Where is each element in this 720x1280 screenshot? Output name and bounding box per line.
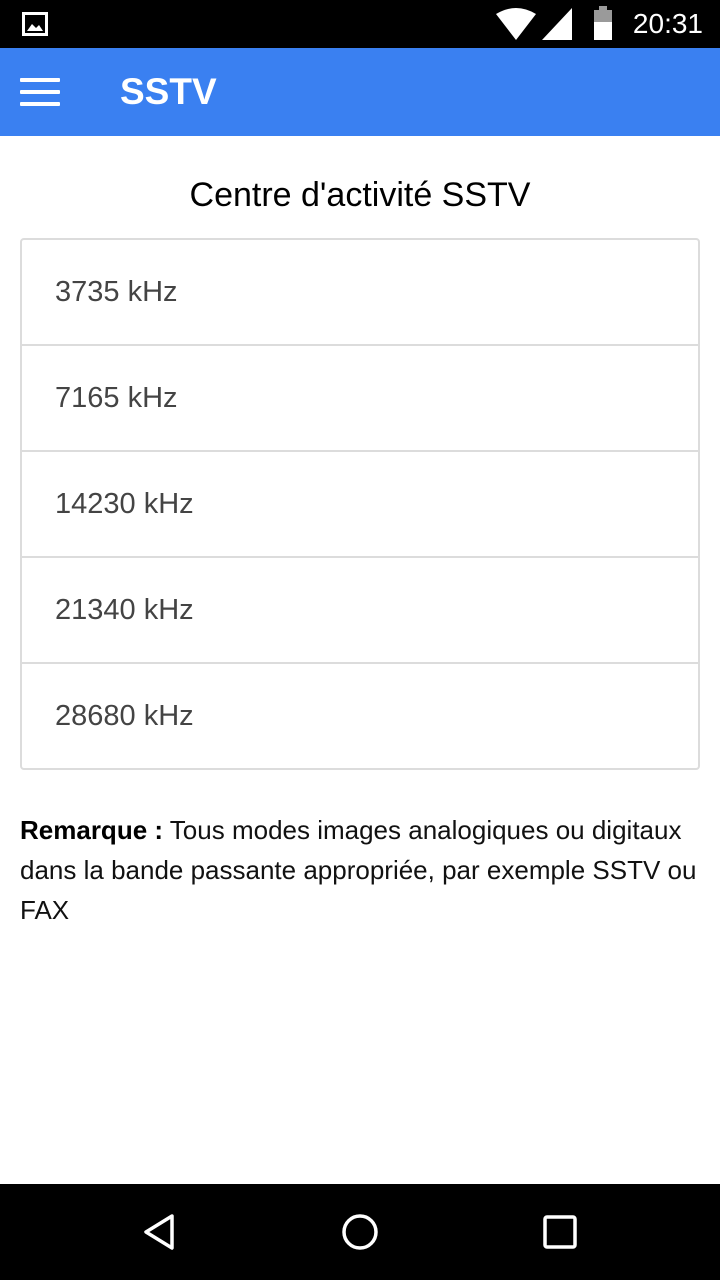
wifi-icon [496,8,536,40]
status-bar: 20:31 [0,0,720,48]
list-item[interactable]: 3735 kHz [22,240,698,346]
back-icon[interactable] [136,1208,184,1256]
image-notification-icon [22,12,48,36]
clock: 20:31 [632,8,703,39]
app-bar: SSTV [0,48,720,136]
list-item[interactable]: 14230 kHz [22,452,698,558]
remark-label: Remarque : [20,815,164,845]
list-item[interactable]: 28680 kHz [22,664,698,768]
remark-text: Remarque : Tous modes images analogiques… [20,810,700,930]
list-item[interactable]: 7165 kHz [22,346,698,452]
screen: 20:31 SSTV Centre d'activité SSTV 3735 k… [0,0,720,1280]
page-title: Centre d'activité SSTV [189,176,531,214]
menu-icon[interactable] [18,76,62,108]
app-title: SSTV [120,71,217,112]
frequency-list: 3735 kHz 7165 kHz 14230 kHz 21340 kHz 28… [20,238,700,770]
home-icon[interactable] [336,1208,384,1256]
battery-icon [594,6,612,40]
list-item[interactable]: 21340 kHz [22,558,698,664]
nav-bar [0,1184,720,1280]
recents-icon[interactable] [536,1208,584,1256]
signal-icon [542,8,572,40]
